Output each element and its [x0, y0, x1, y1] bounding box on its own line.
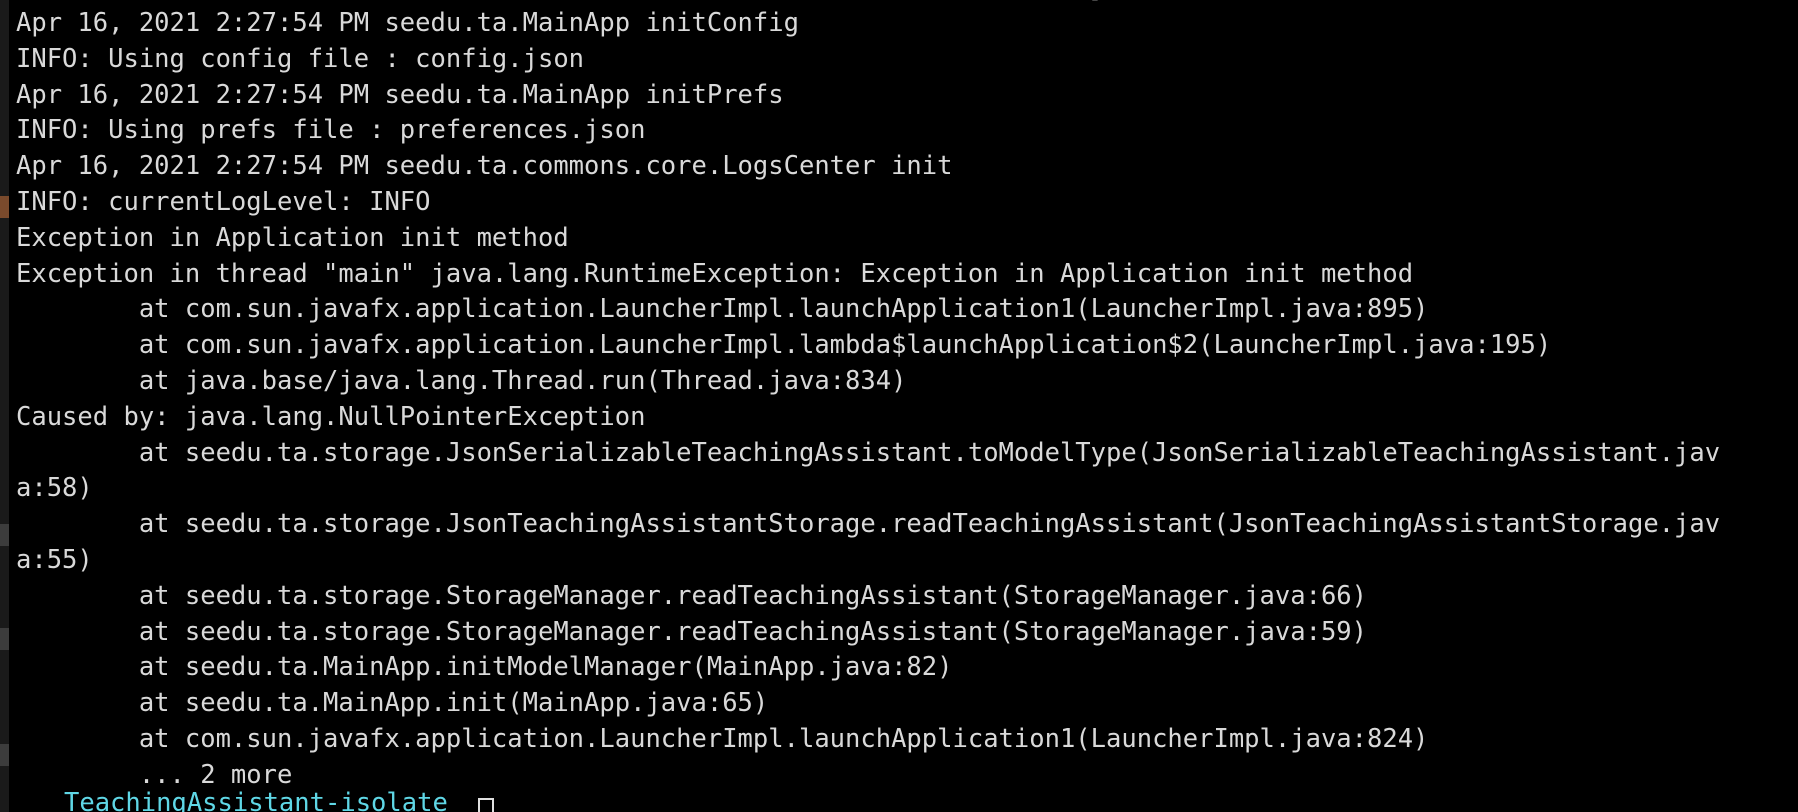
- log-line: at seedu.ta.storage.StorageManager.readT…: [16, 616, 1368, 647]
- background-window-sliver: [0, 196, 9, 218]
- window-left-edge: [0, 0, 9, 812]
- log-line: INFO: Using prefs file : preferences.jso…: [16, 115, 646, 146]
- log-line: at seedu.ta.MainApp.init(MainApp.java:65…: [16, 688, 769, 719]
- log-line: at seedu.ta.storage.JsonSerializableTeac…: [16, 437, 1721, 468]
- log-line: at seedu.ta.storage.JsonTeachingAssistan…: [16, 509, 1721, 540]
- log-line: a:55): [16, 544, 93, 575]
- log-line: INFO: currentLogLevel: INFO: [16, 186, 431, 217]
- shell-prompt: TeachingAssistant-isolate: [64, 788, 448, 812]
- log-line: INFO: Using config file : config.json: [16, 43, 585, 74]
- log-line: at com.sun.javafx.application.LauncherIm…: [16, 330, 1552, 361]
- log-line: at com.sun.javafx.application.LauncherIm…: [16, 723, 1429, 754]
- background-window-sliver: [0, 628, 9, 650]
- log-line: a:58): [16, 473, 93, 504]
- log-line: Apr 16, 2021 2:27:54 PM seedu.ta.MainApp…: [16, 8, 799, 38]
- log-line: at seedu.ta.MainApp.initModelManager(Mai…: [16, 652, 953, 683]
- log-line: at seedu.ta.storage.StorageManager.readT…: [16, 580, 1368, 611]
- log-line: Apr 16, 2021 2:27:54 PM seedu.ta.MainApp…: [16, 79, 784, 110]
- log-line: at com.sun.javafx.application.LauncherIm…: [16, 294, 1429, 325]
- log-line: Exception in Application init method: [16, 222, 569, 253]
- terminal-output: Apr 16, 2021 2:27:54 PM seedu.ta.MainApp…: [16, 6, 1720, 794]
- background-window-sliver: [0, 744, 9, 766]
- log-line: Exception in thread "main" java.lang.Run…: [16, 258, 1414, 289]
- log-line: at java.base/java.lang.Thread.run(Thread…: [16, 365, 907, 396]
- text-cursor[interactable]: [478, 798, 494, 812]
- terminal-window[interactable]: ] Apr 16, 2021 2:27:54 PM seedu.ta.MainA…: [0, 0, 1798, 812]
- background-window-sliver: [0, 524, 9, 546]
- log-line: Apr 16, 2021 2:27:54 PM seedu.ta.commons…: [16, 151, 953, 182]
- log-line: Caused by: java.lang.NullPointerExceptio…: [16, 401, 646, 432]
